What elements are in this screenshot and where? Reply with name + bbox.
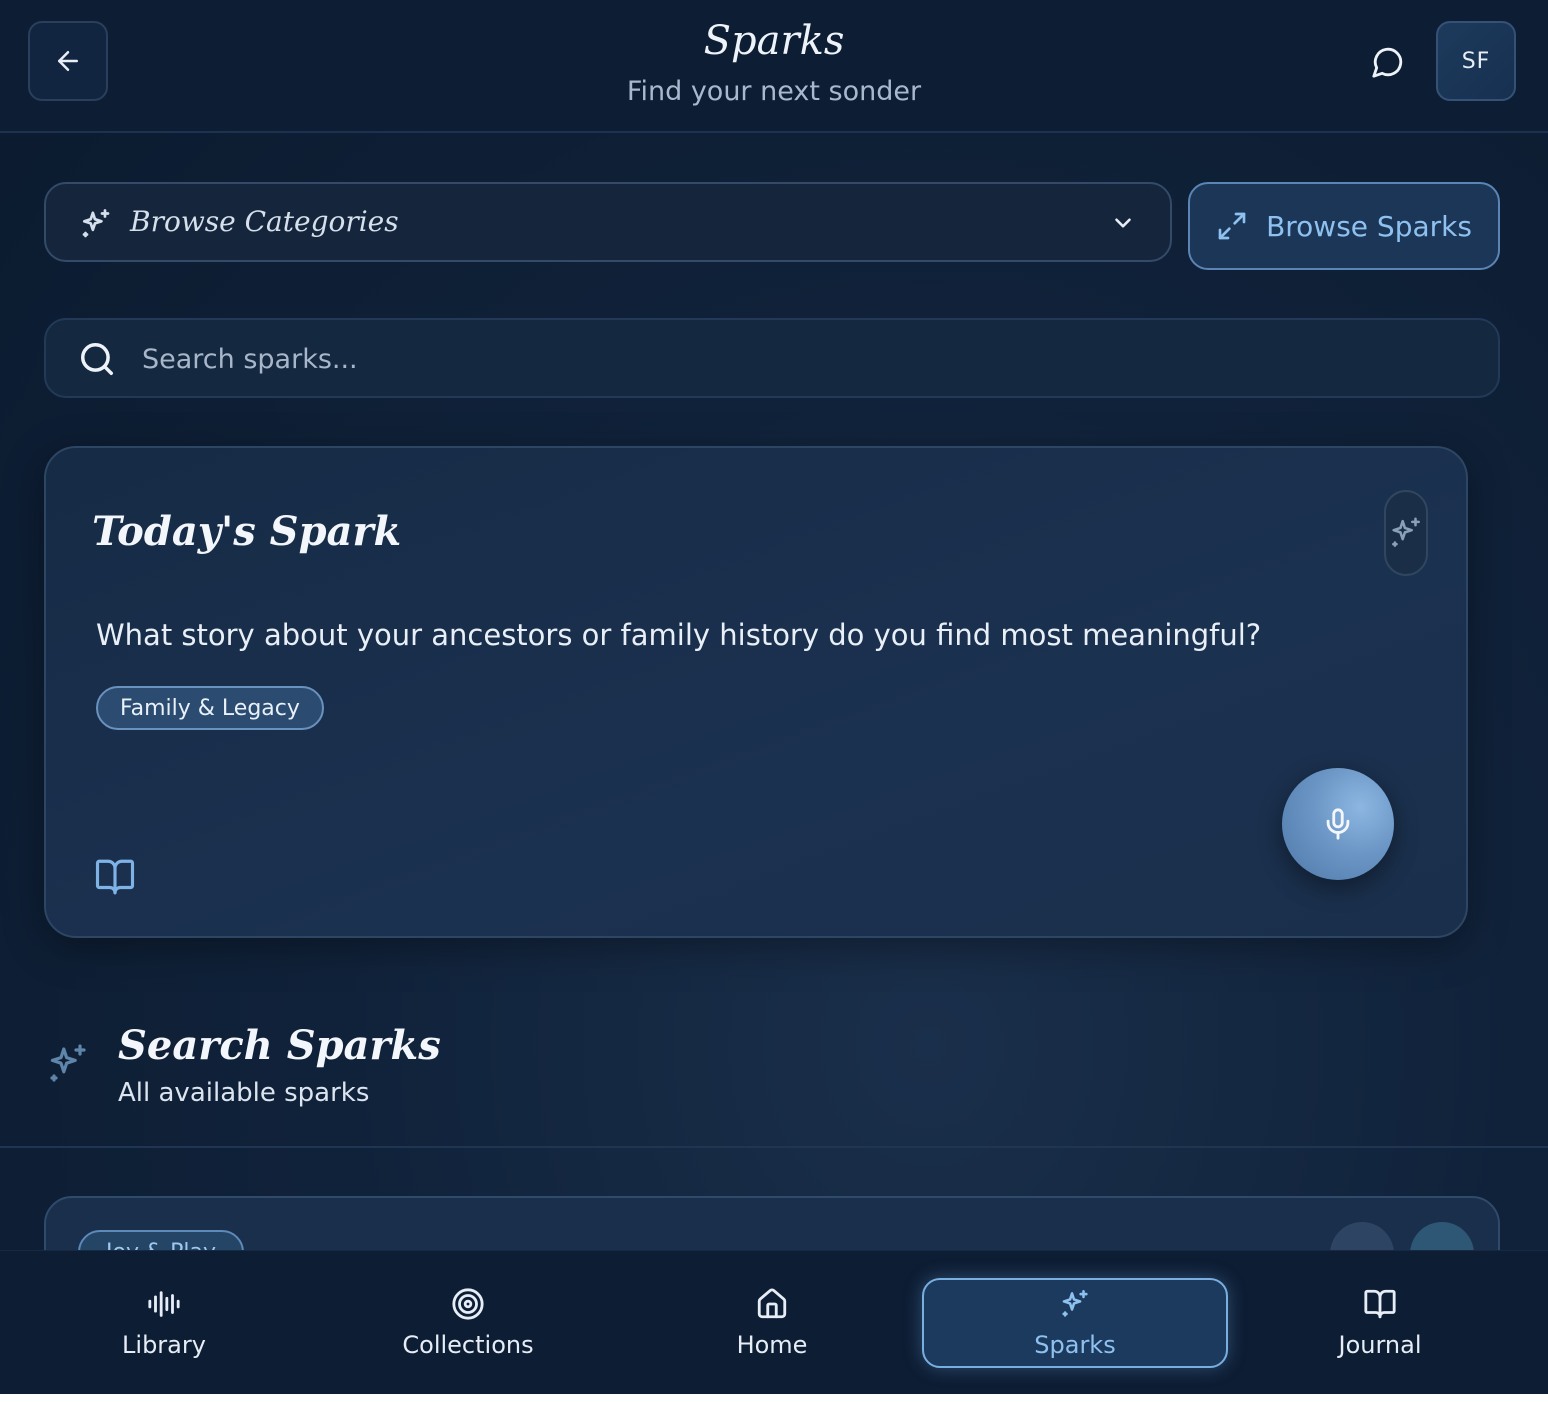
nav-label: Sparks — [1034, 1331, 1116, 1359]
bottom-navigation: Library Collections Home Sparks Journal — [0, 1250, 1548, 1394]
nav-label: Home — [736, 1331, 808, 1359]
search-input[interactable] — [142, 332, 1442, 386]
waveform-icon — [148, 1291, 180, 1317]
nav-label: Collections — [402, 1331, 534, 1359]
section-divider — [0, 1146, 1548, 1148]
target-icon — [452, 1288, 484, 1320]
category-dropdown[interactable]: Browse Categories — [44, 182, 1172, 262]
search-sparks-title: Search Sparks — [118, 1022, 441, 1069]
open-journal-button[interactable] — [94, 856, 136, 902]
new-spark-button[interactable] — [1384, 490, 1428, 576]
nav-item-library[interactable]: Library — [11, 1278, 317, 1368]
browse-sparks-label: Browse Sparks — [1266, 209, 1472, 243]
chevron-down-icon — [1115, 218, 1131, 228]
user-avatar[interactable]: SF — [1436, 21, 1516, 101]
page-title: Sparks — [703, 18, 845, 64]
nav-item-journal[interactable]: Journal — [1227, 1278, 1533, 1368]
nav-item-sparks[interactable]: Sparks — [922, 1278, 1228, 1368]
browse-sparks-button[interactable]: Browse Sparks — [1188, 182, 1500, 270]
category-dropdown-label: Browse Categories — [130, 205, 399, 238]
chat-button[interactable] — [1362, 36, 1414, 88]
book-open-icon — [95, 859, 135, 895]
page-subtitle: Find your next sonder — [626, 76, 922, 107]
nav-item-collections[interactable]: Collections — [315, 1278, 621, 1368]
microphone-icon — [1326, 808, 1350, 840]
search-bar[interactable] — [44, 318, 1500, 398]
expand-icon — [1218, 212, 1246, 240]
todays-spark-title: Today's Spark — [92, 508, 402, 555]
chat-bubble-icon — [1372, 47, 1403, 78]
search-sparks-subtitle: All available sparks — [118, 1078, 370, 1108]
sparkles-icon — [82, 209, 110, 238]
app-root: Sparks Find your next sonder SF Browse C… — [0, 0, 1548, 1394]
record-button[interactable] — [1282, 768, 1394, 880]
sparkle-icon — [1062, 1289, 1088, 1317]
nav-label: Journal — [1338, 1331, 1422, 1359]
home-icon — [757, 1288, 787, 1319]
sparkles-icon — [50, 1044, 86, 1082]
nav-item-home[interactable]: Home — [619, 1278, 925, 1368]
nav-label: Library — [122, 1331, 206, 1359]
search-icon — [81, 343, 113, 375]
top-header: Sparks Find your next sonder SF — [0, 0, 1548, 133]
todays-spark-card: Today's Spark What story about your ance… — [44, 446, 1468, 938]
sparkles-icon — [1392, 517, 1420, 547]
spark-question: What story about your ancestors or famil… — [96, 618, 1262, 652]
spark-category-tag[interactable]: Family & Legacy — [96, 686, 324, 730]
book-icon — [1364, 1289, 1396, 1319]
